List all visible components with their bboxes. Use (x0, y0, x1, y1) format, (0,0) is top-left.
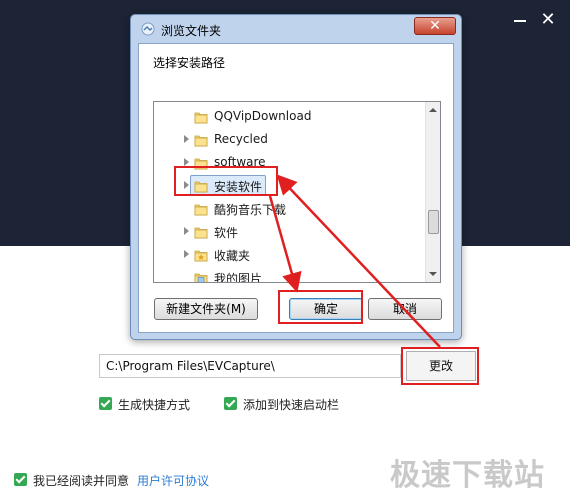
scroll-thumb[interactable] (428, 210, 439, 234)
minimize-button[interactable] (510, 10, 530, 30)
folder-icon (194, 227, 208, 239)
agree-label: 我已经阅读并同意 (33, 474, 130, 488)
tree-scrollbar[interactable] (425, 102, 440, 282)
expand-arrow-icon[interactable] (184, 227, 189, 235)
tree-item-label: Recycled (214, 132, 268, 146)
expand-arrow-icon[interactable] (184, 250, 189, 258)
tree-item-label: QQVipDownload (214, 109, 312, 123)
tree-item[interactable]: 软件 (154, 220, 424, 243)
highlight-change-button (401, 347, 479, 385)
tree-item-label: 收藏夹 (214, 249, 251, 263)
quicklaunch-checkbox[interactable] (224, 397, 237, 410)
dialog-close-button[interactable]: ✕ (414, 17, 456, 35)
tree-item[interactable]: Recycled (154, 128, 424, 151)
expand-arrow-icon[interactable] (184, 135, 189, 143)
new-folder-button[interactable]: 新建文件夹(M) (154, 298, 258, 320)
dialog-description: 选择安装路径 (153, 56, 226, 70)
tree-item[interactable]: QQVipDownload (154, 105, 424, 128)
license-link[interactable]: 用户许可协议 (137, 472, 209, 489)
dialog-title: 浏览文件夹 (161, 24, 222, 38)
cancel-button[interactable]: 取消 (368, 298, 442, 320)
shortcut-label: 生成快捷方式 (118, 398, 191, 412)
tree-item[interactable]: 我的图片 (154, 266, 424, 283)
tree-item-label: 我的图片 (214, 272, 263, 283)
highlight-ok-button (278, 290, 363, 324)
folder-icon (194, 112, 208, 124)
install-path-input[interactable]: C:\Program Files\EVCapture\ (99, 354, 401, 378)
expand-arrow-icon[interactable] (184, 158, 189, 166)
shortcut-checkbox[interactable] (99, 397, 112, 410)
scroll-down-arrow-icon[interactable] (429, 272, 437, 276)
folder-icon (194, 135, 208, 147)
pictures-folder-icon (194, 273, 208, 282)
tree-item-label: 酷狗音乐下载 (214, 203, 287, 217)
minimize-icon (514, 20, 526, 22)
watermark: 极速下载站 (390, 458, 545, 493)
folder-icon (194, 204, 208, 216)
favorites-folder-icon (194, 250, 208, 262)
dialog-titlebar[interactable]: 浏览文件夹 ✕ (131, 15, 461, 43)
scroll-up-arrow-icon[interactable] (429, 108, 437, 112)
installer-close-button[interactable]: ✕ (538, 10, 558, 30)
highlight-selected-folder (174, 166, 278, 196)
tree-item[interactable]: 收藏夹 (154, 243, 424, 266)
tree-item-label: 软件 (214, 226, 239, 240)
folder-browse-icon (141, 22, 155, 36)
agree-checkbox[interactable] (14, 473, 27, 486)
tree-item[interactable]: 酷狗音乐下载 (154, 197, 424, 220)
quicklaunch-label: 添加到快速启动栏 (243, 398, 340, 412)
